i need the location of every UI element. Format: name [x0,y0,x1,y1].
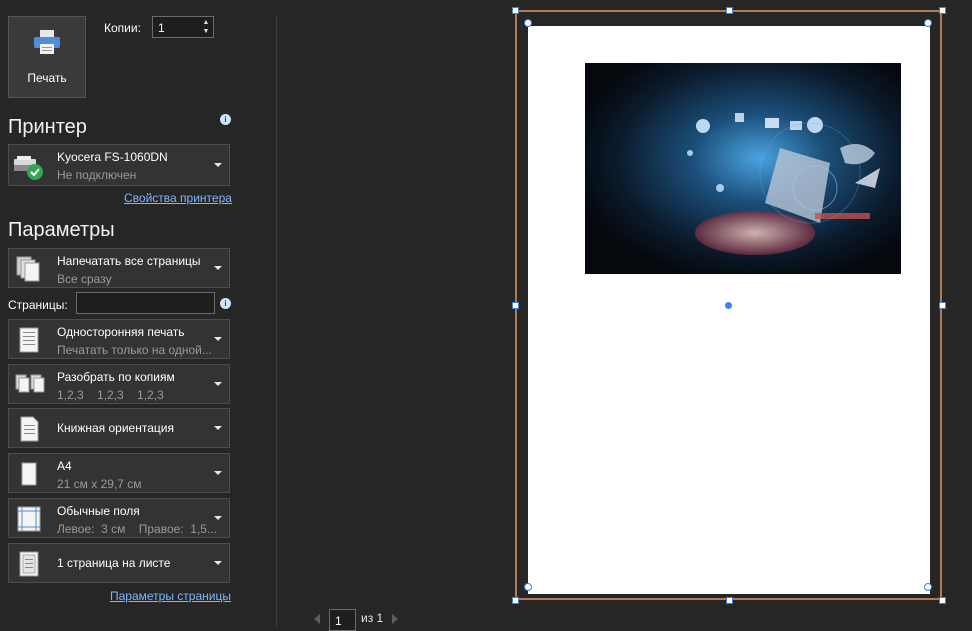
pages-per-sheet-title: 1 страница на листе [57,556,171,570]
margins-title: Обычные поля [57,504,140,518]
previous-page-icon[interactable] [314,614,320,624]
corner-handle[interactable] [524,19,532,27]
print-range-title: Напечатать все страницы [57,254,201,268]
copies-stepper[interactable]: 1 ▲ ▼ [152,16,214,38]
printer-properties-link[interactable]: Свойства принтера [124,191,232,205]
chevron-down-icon [214,163,222,167]
chevron-down-icon [214,516,222,520]
sides-title: Односторонняя печать [57,325,185,339]
spin-up-icon[interactable]: ▲ [201,18,211,27]
margins-subtitle: Левое: 3 см Правое: 1,5... [57,522,217,536]
resize-handle[interactable] [512,597,519,604]
pages-input[interactable] [76,292,215,314]
settings-heading: Параметры [8,219,115,241]
printer-status: Не подключен [57,168,137,182]
margins-icon [17,506,41,532]
orientation-title: Книжная ориентация [57,421,174,435]
single-sided-icon [19,327,39,353]
copies-label: Копии: [104,21,141,35]
paper-size-title: A4 [57,459,72,473]
corner-handle[interactable] [924,19,932,27]
print-range-dropdown[interactable]: Напечатать все страницы Все сразу [8,248,230,288]
info-icon[interactable]: i [220,298,231,309]
chevron-down-icon [214,337,222,341]
paper-size-dropdown[interactable]: A4 21 см x 29,7 см [8,453,230,493]
pages-stack-icon [16,256,40,282]
next-page-icon[interactable] [392,614,398,624]
collate-dropdown[interactable]: Разобрать по копиям 1,2,3 1,2,3 1,2,3 [8,364,230,404]
sides-subtitle: Печатать только на одной... [57,343,212,357]
pages-per-sheet-dropdown[interactable]: 1 страница на листе [8,543,230,583]
resize-handle[interactable] [939,597,946,604]
paper-size-icon [21,462,37,486]
orientation-dropdown[interactable]: Книжная ориентация [8,408,230,448]
copies-value: 1 [158,21,165,35]
printer-icon [34,30,60,54]
print-button-label: Печать [27,71,67,85]
printer-heading: Принтер [8,116,87,138]
margins-dropdown[interactable]: Обычные поля Левое: 3 см Правое: 1,5... [8,498,230,538]
resize-handle[interactable] [939,302,946,309]
chevron-down-icon [214,561,222,565]
resize-handle[interactable] [512,302,519,309]
preview-image [585,63,901,274]
resize-handle[interactable] [939,7,946,14]
paper-size-subtitle: 21 см x 29,7 см [57,477,142,491]
printer-ready-icon [14,156,43,180]
chevron-down-icon [214,471,222,475]
center-marker [725,302,732,309]
portrait-orientation-icon [20,416,39,442]
print-button[interactable]: Печать [8,16,86,98]
info-icon[interactable]: i [220,114,231,125]
corner-handle[interactable] [524,583,532,591]
printer-dropdown[interactable]: Kyocera FS-1060DN Не подключен [8,144,230,186]
sides-dropdown[interactable]: Односторонняя печать Печатать только на … [8,319,230,359]
chevron-down-icon [214,382,222,386]
resize-handle[interactable] [726,7,733,14]
page-number-input[interactable]: 1 [329,609,356,631]
collate-subtitle: 1,2,3 1,2,3 1,2,3 [57,388,164,402]
resize-handle[interactable] [512,7,519,14]
print-range-subtitle: Все сразу [57,272,112,286]
chevron-down-icon [214,426,222,430]
page-setup-link[interactable]: Параметры страницы [110,589,231,603]
corner-handle[interactable] [924,583,932,591]
spin-down-icon[interactable]: ▼ [201,27,211,36]
panel-divider [276,16,277,628]
chevron-down-icon [214,266,222,270]
page-count-label: из 1 [361,611,384,625]
pages-label: Страницы: [8,298,68,312]
page-per-sheet-icon [19,551,39,577]
collate-title: Разобрать по копиям [57,370,175,384]
resize-handle[interactable] [726,597,733,604]
collate-icon [15,374,45,393]
printer-name: Kyocera FS-1060DN [57,150,168,164]
